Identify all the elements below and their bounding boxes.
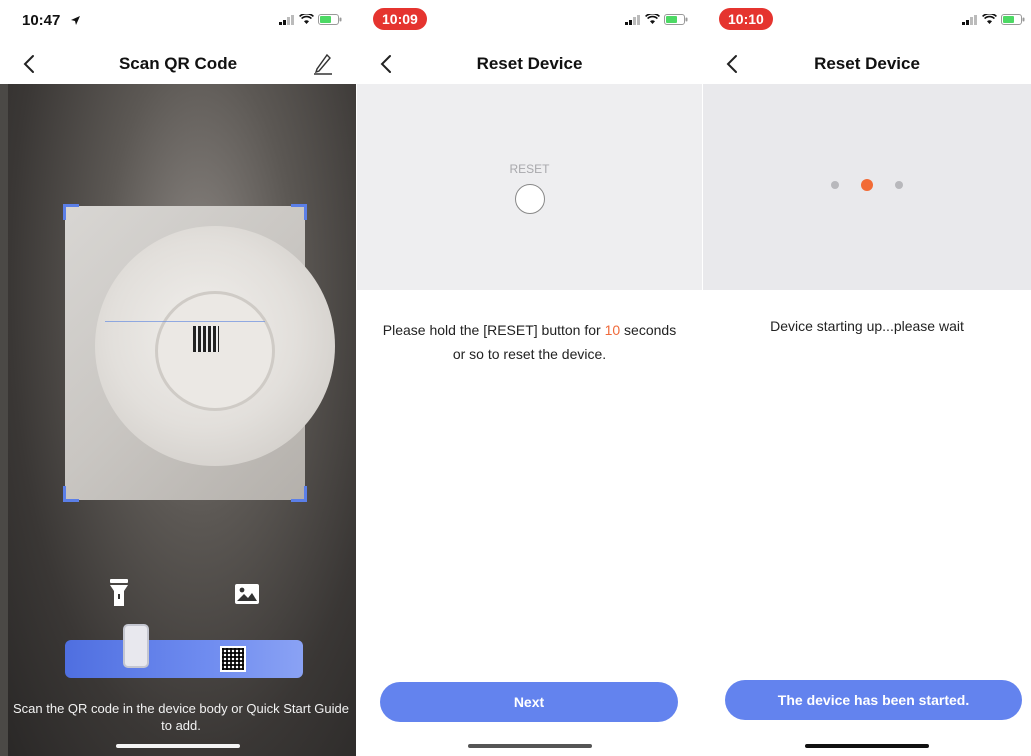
wifi-icon: [299, 14, 314, 24]
instruction-seconds: 10: [604, 322, 621, 338]
battery-icon: [318, 14, 342, 25]
wifi-icon: [982, 14, 997, 24]
device-started-button[interactable]: The device has been started.: [725, 680, 1022, 720]
reset-button-illustration: [514, 184, 545, 214]
nav-bar: Reset Device: [357, 44, 702, 84]
loading-dot: [831, 181, 839, 189]
scan-hint: Scan the QR code in the device body or Q…: [12, 701, 349, 733]
qr-code-illustration: [220, 646, 246, 672]
edit-icon[interactable]: [312, 52, 334, 76]
scan-corner: [291, 204, 307, 220]
device-qr-label: [193, 326, 219, 352]
loading-dot: [895, 181, 903, 189]
page-title: Reset Device: [814, 54, 920, 73]
scan-line: [105, 321, 265, 322]
reset-illustration: RESET: [357, 84, 702, 290]
battery-icon: [1001, 14, 1025, 25]
page-title: Scan QR Code: [118, 54, 238, 73]
battery-icon: [664, 14, 688, 25]
device-photo: [95, 226, 335, 466]
status-bar: 10:10: [703, 0, 1031, 44]
loading-dots: [703, 178, 1031, 191]
scan-frame: [63, 204, 335, 502]
signal-icon: [962, 14, 977, 25]
status-bar: 10:47: [0, 0, 356, 44]
location-arrow-icon: [71, 16, 80, 25]
loading-dot-active: [861, 179, 873, 191]
phone-illustration: [123, 624, 149, 668]
camera-edge: [0, 84, 8, 756]
flashlight-icon[interactable]: [108, 578, 130, 608]
home-indicator: [805, 744, 929, 748]
reset-instruction: Please hold the [RESET] button for 10 se…: [377, 318, 682, 366]
status-time: 10:09: [373, 8, 427, 30]
system-icons: [279, 14, 342, 25]
scan-corner: [63, 486, 79, 502]
scan-corner: [291, 486, 307, 502]
scan-qr-screen: 10:47 Scan QR Code Scan the QR code in t…: [0, 0, 356, 756]
instruction-text: Please hold the [RESET] button for: [382, 322, 605, 338]
home-indicator: [116, 744, 240, 748]
loading-illustration: [703, 84, 1031, 290]
nav-bar: Reset Device: [703, 44, 1031, 84]
next-button[interactable]: Next: [380, 682, 678, 722]
quick-start-guide-banner[interactable]: [65, 624, 303, 678]
reset-device-screen: 10:09 Reset Device RESET Please hold the…: [357, 0, 702, 756]
home-indicator: [467, 744, 592, 748]
signal-icon: [279, 14, 294, 25]
page-title: Reset Device: [476, 54, 583, 73]
status-time: 10:47: [22, 12, 61, 29]
startup-status: Device starting up...please wait: [770, 318, 964, 334]
status-bar: 10:09: [357, 0, 702, 44]
system-icons: [962, 14, 1025, 25]
wifi-icon: [645, 14, 660, 24]
scan-corner: [63, 204, 79, 220]
album-icon[interactable]: [234, 583, 260, 605]
signal-icon: [625, 14, 640, 25]
status-time: 10:10: [719, 8, 773, 30]
system-icons: [625, 14, 688, 25]
device-starting-screen: 10:10 Reset Device Device starting up...…: [703, 0, 1031, 756]
nav-bar: Scan QR Code: [0, 44, 356, 84]
reset-label: RESET: [509, 162, 550, 176]
